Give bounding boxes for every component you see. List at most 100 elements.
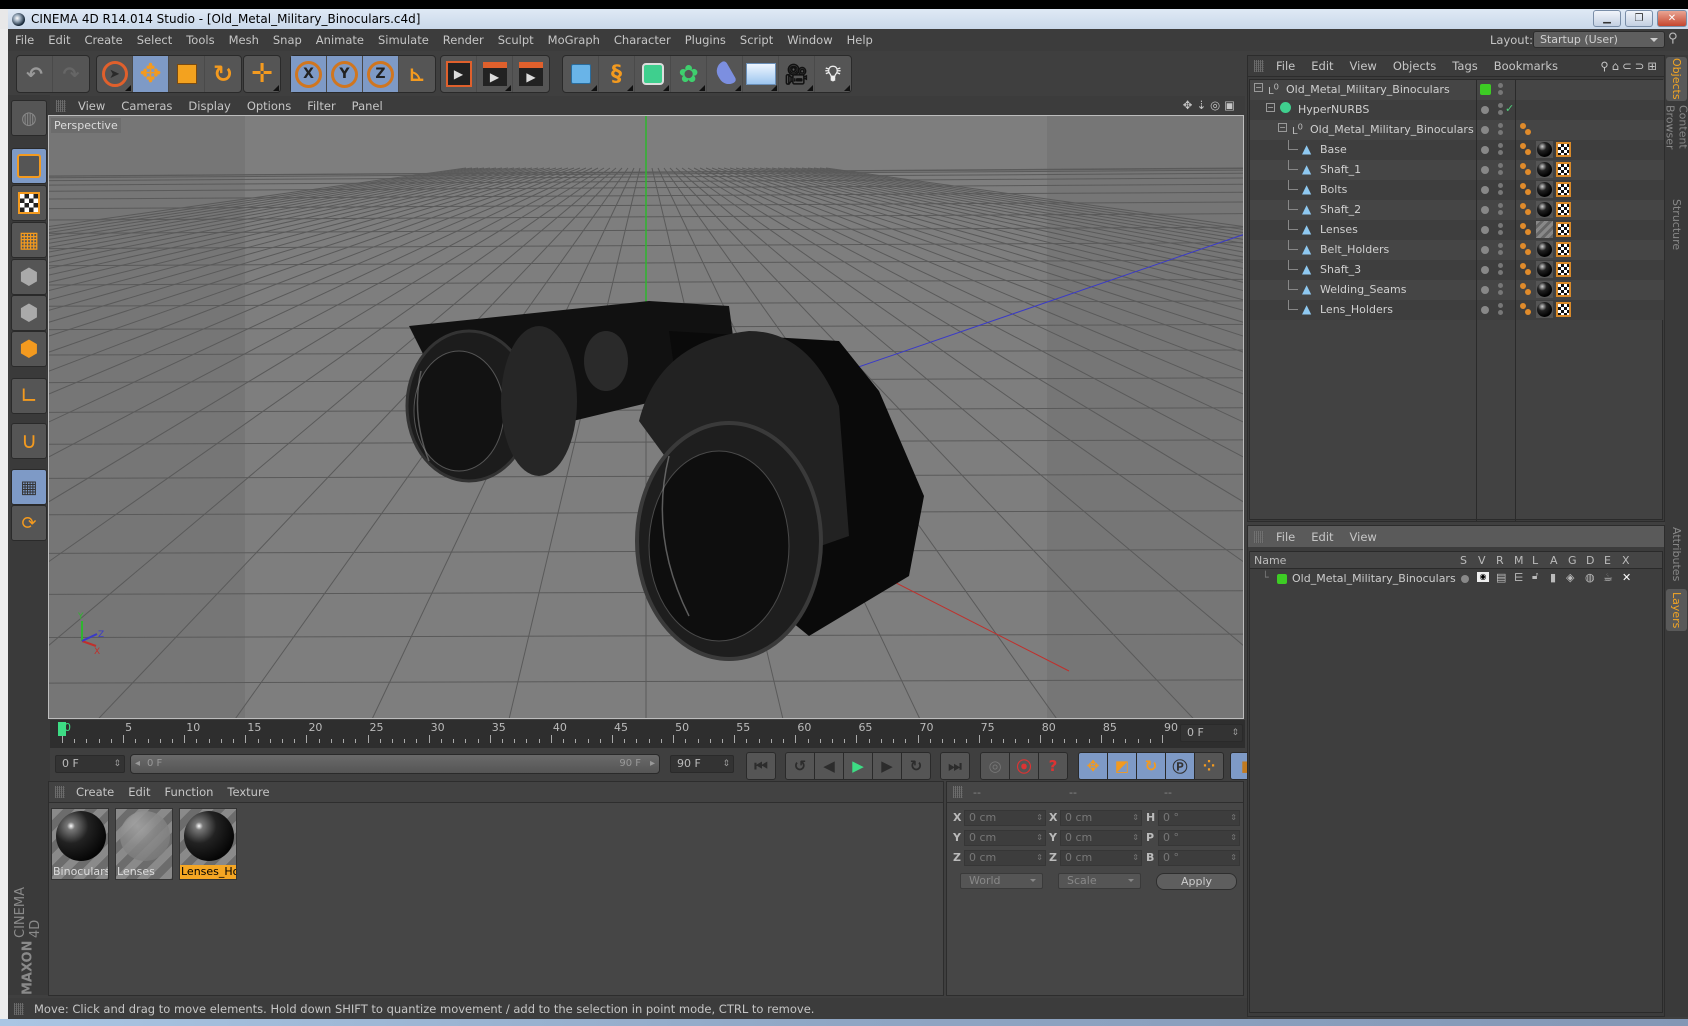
layer-menu-edit[interactable]: Edit	[1303, 530, 1341, 544]
search-icon[interactable]: ⚲	[1600, 59, 1611, 73]
object-tree-row[interactable]: − L0 Old_Metal_Military_Binoculars	[1250, 120, 1664, 140]
panel-grip[interactable]	[1254, 60, 1264, 72]
move-view-icon[interactable]: ✥	[1183, 98, 1197, 112]
material-tag-icon[interactable]	[1536, 281, 1553, 298]
layer-dot[interactable]	[1481, 146, 1489, 154]
move-tool-button[interactable]: ✥	[133, 56, 169, 92]
apply-button[interactable]: Apply	[1156, 873, 1237, 890]
x-axis-lock-button[interactable]: X	[291, 56, 327, 92]
y-axis-lock-button[interactable]: Y	[327, 56, 363, 92]
layer-dot[interactable]	[1481, 166, 1489, 174]
col-locked[interactable]: L	[1532, 554, 1538, 567]
material-swatch[interactable]: Binoculars_	[51, 808, 109, 880]
uvw-tag-icon[interactable]	[1556, 282, 1571, 297]
next-frame-button[interactable]: ▶	[872, 752, 902, 780]
menu-help[interactable]: Help	[840, 33, 880, 47]
rotation-key-button[interactable]: ↻	[1136, 752, 1166, 780]
add-deformer-button[interactable]	[707, 56, 743, 92]
enabled-checkmark-icon[interactable]: ✓	[1505, 102, 1514, 115]
add-camera-button[interactable]: 🎥︎	[779, 56, 815, 92]
add-light-button[interactable]: 💡︎	[815, 56, 851, 92]
material-tag-icon[interactable]	[1536, 141, 1553, 158]
layer-menu-view[interactable]: View	[1342, 530, 1385, 544]
pos-x-field[interactable]: 0 cm	[964, 810, 1046, 826]
previous-key-button[interactable]: ↺	[785, 752, 815, 780]
collapse-toggle-icon[interactable]: −	[1254, 83, 1263, 92]
tab-layers[interactable]: Layers	[1666, 589, 1687, 631]
position-key-button[interactable]: ✥	[1078, 752, 1108, 780]
layer-dot[interactable]	[1481, 106, 1489, 114]
rotate-view-icon[interactable]: ◎	[1210, 98, 1224, 112]
keyframe-selection-button[interactable]: ?	[1038, 752, 1068, 780]
object-name[interactable]: Lens_Holders	[1320, 303, 1393, 316]
play-button[interactable]: ▶	[843, 752, 873, 780]
material-tag-icon[interactable]	[1536, 221, 1553, 238]
render-clapper-icon[interactable]: ▤	[1496, 571, 1506, 584]
phong-tag-icon[interactable]	[1520, 183, 1533, 197]
enable-axis-button[interactable]: ∟	[11, 378, 47, 414]
object-name[interactable]: Shaft_2	[1320, 203, 1361, 216]
menu-script[interactable]: Script	[733, 33, 780, 47]
menu-simulate[interactable]: Simulate	[371, 33, 436, 47]
object-menu-bookmarks[interactable]: Bookmarks	[1486, 59, 1566, 73]
layer-dot[interactable]	[1481, 206, 1489, 214]
scale-tool-button[interactable]	[169, 56, 205, 92]
add-hypernurbs-button[interactable]	[635, 56, 671, 92]
layer-dot[interactable]	[1481, 286, 1489, 294]
visibility-dots[interactable]	[1498, 163, 1503, 168]
add-floor-button[interactable]	[743, 56, 779, 92]
object-name[interactable]: Shaft_1	[1320, 163, 1361, 176]
panel-grip[interactable]	[953, 786, 963, 798]
phong-tag-icon[interactable]	[1520, 143, 1533, 157]
scale-key-button[interactable]: ◩	[1107, 752, 1137, 780]
autokeying-button[interactable]: ⦿	[1009, 752, 1039, 780]
make-editable-button[interactable]: ◍	[11, 100, 47, 136]
panel-grip[interactable]	[56, 99, 66, 112]
deformer-icon[interactable]: ◍	[1585, 571, 1595, 584]
undo-button[interactable]: ↶	[17, 56, 53, 92]
material-swatch-selected[interactable]: Lenses_Hol	[179, 808, 237, 880]
viewport-menu-view[interactable]: View	[70, 99, 113, 113]
range-right-arrow-icon[interactable]: ▸	[650, 758, 655, 769]
col-manager[interactable]: M	[1514, 554, 1524, 567]
material-tag-icon[interactable]	[1536, 181, 1553, 198]
go-to-start-button[interactable]: ⏮	[746, 752, 776, 780]
layer-dot[interactable]	[1481, 306, 1489, 314]
size-x-field[interactable]: 0 cm	[1060, 810, 1142, 826]
menu-animate[interactable]: Animate	[309, 33, 371, 47]
texture-mode-button[interactable]	[11, 185, 47, 221]
range-left-arrow-icon[interactable]: ◂	[135, 758, 140, 769]
workplane-mode-button[interactable]: ▦	[11, 222, 47, 258]
xref-icon[interactable]: ✕	[1622, 571, 1631, 584]
object-name[interactable]: Old_Metal_Military_Binoculars	[1310, 123, 1474, 136]
add-array-button[interactable]: ✿	[671, 56, 707, 92]
col-name[interactable]: Name	[1254, 554, 1286, 567]
object-tree-row[interactable]: ▲ Welding_Seams	[1250, 280, 1664, 300]
layer-dot[interactable]	[1481, 266, 1489, 274]
menu-snap[interactable]: Snap	[266, 33, 309, 47]
coordinate-system-button[interactable]: ⊾	[399, 56, 435, 92]
object-menu-view[interactable]: View	[1342, 59, 1385, 73]
phong-tag-icon[interactable]	[1520, 283, 1533, 297]
size-mode-select[interactable]: Scale	[1058, 873, 1141, 889]
menu-mograph[interactable]: MoGraph	[541, 33, 607, 47]
visibility-dots[interactable]	[1498, 263, 1503, 268]
material-tag-icon[interactable]	[1536, 161, 1553, 178]
visibility-dots[interactable]	[1498, 283, 1503, 288]
object-name[interactable]: Shaft_3	[1320, 263, 1361, 276]
locked-workplane-button[interactable]: ▦	[11, 469, 47, 505]
polygons-mode-button[interactable]: ⬢	[11, 331, 47, 367]
uvw-tag-icon[interactable]	[1556, 182, 1571, 197]
solo-toggle[interactable]	[1461, 575, 1469, 583]
object-name[interactable]: Welding_Seams	[1320, 283, 1407, 296]
pos-y-field[interactable]: 0 cm	[964, 830, 1046, 846]
layer-row[interactable]: └ Old_Metal_Military_Binoculars ◉ ▤ ⋿ 🔓︎…	[1250, 569, 1662, 589]
object-tree-row[interactable]: ▲ Base	[1250, 140, 1664, 160]
layer-dot[interactable]	[1481, 226, 1489, 234]
go-to-end-button[interactable]: ⏭	[940, 752, 970, 780]
rot-b-field[interactable]: 0 °	[1158, 850, 1240, 866]
minimize-button[interactable]: ▁	[1593, 10, 1621, 27]
object-menu-file[interactable]: File	[1268, 59, 1303, 73]
collapse-toggle-icon[interactable]: −	[1266, 103, 1275, 112]
viewport-menu-cameras[interactable]: Cameras	[113, 99, 180, 113]
